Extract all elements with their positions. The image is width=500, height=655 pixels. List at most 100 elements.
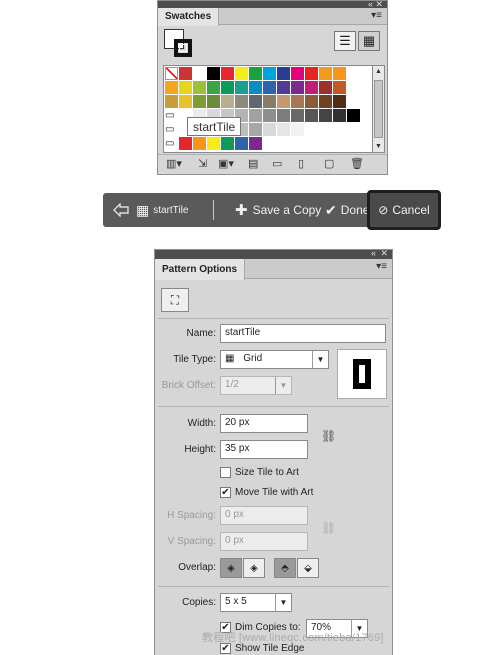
color-swatch[interactable] <box>193 81 206 94</box>
tab-pattern-options[interactable]: Pattern Options <box>155 259 246 280</box>
color-group-folder-icon[interactable]: ▭ <box>165 137 178 150</box>
color-swatch[interactable] <box>319 81 332 94</box>
color-swatch[interactable] <box>165 67 178 80</box>
color-swatch[interactable] <box>249 123 262 136</box>
scroll-up-icon[interactable]: ▲ <box>373 66 384 77</box>
color-swatch[interactable] <box>263 123 276 136</box>
place-swatch-icon[interactable]: ⇲ <box>198 157 207 170</box>
color-swatch[interactable] <box>193 137 206 150</box>
color-swatch[interactable] <box>179 81 192 94</box>
color-swatch[interactable] <box>165 95 178 108</box>
color-swatch[interactable] <box>277 109 290 122</box>
color-swatch[interactable] <box>249 137 262 150</box>
new-swatch-alt-icon[interactable]: ▢ <box>324 157 334 170</box>
color-swatch[interactable] <box>277 95 290 108</box>
color-swatch[interactable] <box>235 95 248 108</box>
back-arrow-icon[interactable] <box>113 193 129 227</box>
scroll-thumb[interactable] <box>374 80 383 138</box>
color-swatch[interactable] <box>277 67 290 80</box>
tile-type-dropdown[interactable]: ▦ Grid ▼ <box>220 350 329 369</box>
color-swatch[interactable] <box>235 137 248 150</box>
color-swatch[interactable] <box>263 67 276 80</box>
color-swatch[interactable] <box>249 81 262 94</box>
close-icon[interactable]: ✕ <box>380 248 388 259</box>
color-swatch[interactable] <box>221 81 234 94</box>
color-swatch[interactable] <box>291 95 304 108</box>
color-swatch[interactable] <box>193 95 206 108</box>
color-swatch[interactable] <box>305 95 318 108</box>
pattern-tile-tool-button[interactable]: ⛶ <box>161 288 189 312</box>
cancel-button[interactable]: ⊘ Cancel <box>367 190 441 230</box>
color-group-folder-icon[interactable]: ▭ <box>165 123 178 136</box>
color-swatch[interactable] <box>249 109 262 122</box>
new-swatch-icon[interactable]: ▯ <box>298 157 304 170</box>
color-swatch[interactable] <box>235 67 248 80</box>
trash-icon[interactable]: 🗑 <box>350 157 364 170</box>
width-field[interactable]: 20 px <box>220 414 308 433</box>
height-field[interactable]: 35 px <box>220 440 308 459</box>
copies-dropdown[interactable]: 5 x 5 ▼ <box>220 593 292 612</box>
v-spacing-field[interactable]: 0 px <box>220 532 308 551</box>
color-swatch[interactable] <box>319 109 332 122</box>
color-swatch[interactable] <box>249 67 262 80</box>
top-in-front-button[interactable]: ⬘ <box>274 558 296 578</box>
kinds-menu-icon[interactable]: ▣▾ <box>218 157 234 170</box>
color-swatch[interactable] <box>263 81 276 94</box>
left-in-front-button[interactable]: ◈ <box>220 558 242 578</box>
color-swatch[interactable] <box>179 67 192 80</box>
color-swatch[interactable] <box>179 95 192 108</box>
panel-titlebar[interactable]: « ✕ <box>155 248 392 259</box>
color-swatch[interactable] <box>319 67 332 80</box>
color-swatch[interactable] <box>179 137 192 150</box>
scroll-down-icon[interactable]: ▼ <box>373 141 384 152</box>
thumbnail-view-button[interactable]: ▦ <box>358 31 380 51</box>
stroke-swatch[interactable] <box>174 39 192 57</box>
brick-offset-dropdown[interactable]: 1/2 ▼ <box>220 376 292 395</box>
bottom-in-front-button[interactable]: ⬙ <box>297 558 319 578</box>
color-swatch[interactable] <box>263 95 276 108</box>
color-swatch[interactable] <box>165 81 178 94</box>
swatch-scrollbar[interactable]: ▲ ▼ <box>372 65 385 153</box>
name-field[interactable]: startTile <box>220 324 386 343</box>
move-tile-with-art-checkbox[interactable]: ✔ Move Tile with Art <box>220 487 313 498</box>
right-in-front-button[interactable]: ◈ <box>243 558 265 578</box>
h-spacing-field[interactable]: 0 px <box>220 506 308 525</box>
color-swatch[interactable] <box>207 137 220 150</box>
color-swatch[interactable] <box>305 67 318 80</box>
color-group-folder-icon[interactable]: ▭ <box>165 109 178 122</box>
libraries-menu-icon[interactable]: ▥▾ <box>166 157 182 170</box>
done-button[interactable]: ✔ Done <box>325 193 369 227</box>
color-swatch[interactable] <box>333 95 346 108</box>
color-swatch[interactable] <box>277 81 290 94</box>
fill-stroke-indicator[interactable] <box>164 29 194 59</box>
pattern-layer-breadcrumb[interactable]: ▦ startTile <box>136 193 188 227</box>
color-swatch[interactable] <box>347 109 360 122</box>
color-swatch[interactable] <box>333 109 346 122</box>
list-view-button[interactable]: ☰ <box>334 31 356 51</box>
color-swatch[interactable] <box>333 67 346 80</box>
color-swatch[interactable] <box>291 67 304 80</box>
color-swatch[interactable] <box>319 95 332 108</box>
color-swatch[interactable] <box>235 81 248 94</box>
color-swatch[interactable] <box>291 109 304 122</box>
color-swatch[interactable] <box>207 95 220 108</box>
panel-menu-icon[interactable]: ▾≡ <box>371 10 382 21</box>
color-swatch[interactable] <box>305 81 318 94</box>
color-swatch[interactable] <box>305 109 318 122</box>
panel-titlebar[interactable]: « ✕ <box>158 0 387 9</box>
color-swatch[interactable] <box>207 67 220 80</box>
color-swatch[interactable] <box>221 95 234 108</box>
color-swatch[interactable] <box>193 67 206 80</box>
panel-menu-icon[interactable]: ▾≡ <box>376 261 387 272</box>
color-swatch[interactable] <box>221 137 234 150</box>
color-swatch[interactable] <box>207 81 220 94</box>
save-copy-button[interactable]: ✚ Save a Copy <box>235 193 321 227</box>
color-swatch[interactable] <box>221 67 234 80</box>
collapse-icon[interactable]: « <box>371 248 376 258</box>
color-swatch[interactable] <box>249 95 262 108</box>
swatch-options-icon[interactable]: ▤ <box>248 157 258 170</box>
color-swatch[interactable] <box>291 81 304 94</box>
color-swatch[interactable] <box>277 123 290 136</box>
tab-swatches[interactable]: Swatches <box>158 8 220 26</box>
color-swatch[interactable] <box>333 81 346 94</box>
